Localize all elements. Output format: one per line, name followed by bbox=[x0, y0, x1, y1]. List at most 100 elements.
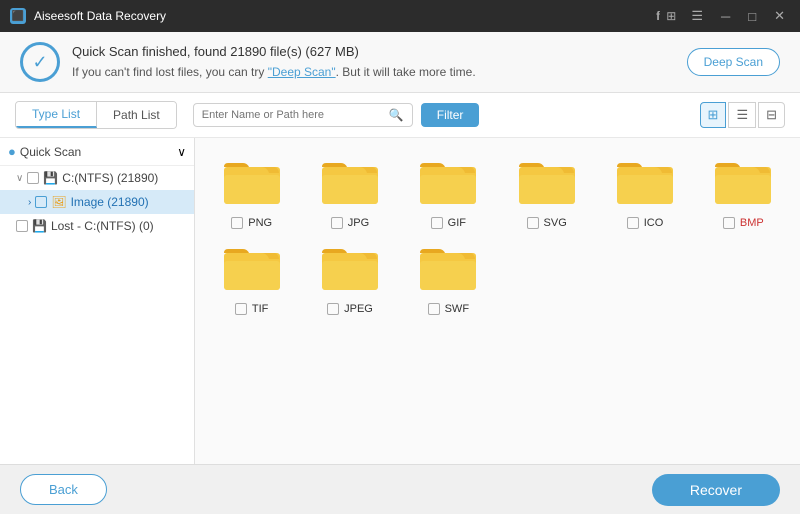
hint-suffix: . But it will take more time. bbox=[336, 65, 476, 79]
minimize-icon[interactable]: ─ bbox=[716, 7, 735, 26]
folder-label-tif: TIF bbox=[252, 303, 269, 315]
folder-icon-png[interactable] bbox=[217, 153, 287, 211]
folder-item-bottom-tif: TIF bbox=[235, 303, 269, 315]
menu-icon[interactable]: ☰ bbox=[686, 6, 708, 26]
folder-item-ico: ICO bbox=[598, 153, 691, 229]
folder-checkbox-ico[interactable] bbox=[627, 217, 639, 229]
folder-label-jpg: JPG bbox=[348, 217, 369, 229]
folder-item-swf: SWF bbox=[402, 239, 495, 315]
sidebar-item-lost[interactable]: 💾 Lost - C:(NTFS) (0) bbox=[0, 214, 194, 238]
bottom-bar: Back Recover bbox=[0, 464, 800, 514]
recover-button[interactable]: Recover bbox=[652, 474, 780, 506]
filter-button[interactable]: Filter bbox=[421, 103, 480, 127]
scan-complete-icon: ✓ bbox=[20, 42, 60, 82]
deep-scan-link[interactable]: "Deep Scan" bbox=[268, 65, 336, 79]
tab-type-list[interactable]: Type List bbox=[16, 102, 97, 128]
main-content: ✓ Quick Scan finished, found 21890 file(… bbox=[0, 32, 800, 464]
folder-icon-jpg[interactable] bbox=[315, 153, 385, 211]
toolbar: Type List Path List 🔍 Filter ⊞ ☰ ⊟ bbox=[0, 93, 800, 138]
view-controls: ⊞ ☰ ⊟ bbox=[700, 102, 785, 128]
lost-checkbox[interactable] bbox=[16, 220, 28, 232]
back-button[interactable]: Back bbox=[20, 474, 107, 505]
folder-label-svg: SVG bbox=[544, 217, 567, 229]
folder-item-bottom-jpeg: JPEG bbox=[327, 303, 373, 315]
quick-scan-check-icon: ● bbox=[8, 144, 16, 159]
folder-grid: PNG JPG bbox=[205, 153, 790, 315]
scan-hint: If you can't find lost files, you can tr… bbox=[72, 63, 476, 82]
folder-icon-swf[interactable] bbox=[413, 239, 483, 297]
tab-path-list[interactable]: Path List bbox=[97, 102, 176, 128]
folder-label-bmp: BMP bbox=[740, 217, 764, 229]
folder-icon-jpeg[interactable] bbox=[315, 239, 385, 297]
folder-checkbox-jpg[interactable] bbox=[331, 217, 343, 229]
tab-group: Type List Path List bbox=[15, 101, 177, 129]
quick-scan-row: ● Quick Scan ∨ bbox=[0, 138, 194, 166]
monitor2-icon[interactable]: ⊞ bbox=[666, 9, 676, 24]
window-controls: ☰ ─ □ ✕ bbox=[686, 6, 790, 26]
folder-icon-svg[interactable] bbox=[512, 153, 582, 211]
deep-scan-button[interactable]: Deep Scan bbox=[687, 48, 780, 76]
c-drive-label: C:(NTFS) (21890) bbox=[62, 171, 186, 185]
list-view-button[interactable]: ☰ bbox=[728, 102, 756, 128]
search-icon[interactable]: 🔍 bbox=[389, 108, 404, 122]
quick-scan-label: ● Quick Scan bbox=[8, 144, 177, 159]
banner-text: Quick Scan finished, found 21890 file(s)… bbox=[72, 42, 476, 82]
lost-drive-icon: 💾 bbox=[32, 219, 47, 233]
folder-item-bottom-png: PNG bbox=[231, 217, 272, 229]
folder-item-png: PNG bbox=[205, 153, 298, 229]
app-title: Aiseesoft Data Recovery bbox=[34, 9, 656, 23]
folder-checkbox-bmp[interactable] bbox=[723, 217, 735, 229]
folder-icon-gif[interactable] bbox=[413, 153, 483, 211]
image-checkbox[interactable] bbox=[35, 196, 47, 208]
c-drive-checkbox[interactable] bbox=[27, 172, 39, 184]
folder-item-bottom-bmp: BMP bbox=[723, 217, 764, 229]
social-links: 𝐟 ⊞ bbox=[656, 9, 676, 24]
folder-item-bmp: BMP bbox=[697, 153, 790, 229]
folder-item-bottom-svg: SVG bbox=[527, 217, 567, 229]
quick-scan-chevron-icon[interactable]: ∨ bbox=[177, 145, 186, 159]
folder-checkbox-jpeg[interactable] bbox=[327, 303, 339, 315]
body-area: ● Quick Scan ∨ ∨ 💾 C:(NTFS) (21890) › 🖼 … bbox=[0, 138, 800, 464]
folder-checkbox-swf[interactable] bbox=[428, 303, 440, 315]
folder-item-bottom-swf: SWF bbox=[428, 303, 469, 315]
folder-icon-ico[interactable] bbox=[610, 153, 680, 211]
folder-label-png: PNG bbox=[248, 217, 272, 229]
folder-item-bottom-gif: GIF bbox=[431, 217, 466, 229]
sidebar: ● Quick Scan ∨ ∨ 💾 C:(NTFS) (21890) › 🖼 … bbox=[0, 138, 195, 464]
folder-item-jpg: JPG bbox=[303, 153, 396, 229]
banner-left: ✓ Quick Scan finished, found 21890 file(… bbox=[20, 42, 476, 82]
folder-label-jpeg: JPEG bbox=[344, 303, 373, 315]
folder-label-ico: ICO bbox=[644, 217, 664, 229]
grid-view-button[interactable]: ⊞ bbox=[700, 102, 727, 128]
folder-item-svg: SVG bbox=[500, 153, 593, 229]
lost-label: Lost - C:(NTFS) (0) bbox=[51, 219, 186, 233]
image-expand-icon: › bbox=[28, 197, 31, 208]
folder-checkbox-tif[interactable] bbox=[235, 303, 247, 315]
folder-item-gif: GIF bbox=[402, 153, 495, 229]
quick-scan-text: Quick Scan bbox=[20, 145, 81, 159]
title-bar: ⬛ Aiseesoft Data Recovery 𝐟 ⊞ ☰ ─ □ ✕ bbox=[0, 0, 800, 32]
content-area: PNG JPG bbox=[195, 138, 800, 464]
folder-label-gif: GIF bbox=[448, 217, 466, 229]
close-icon[interactable]: ✕ bbox=[769, 6, 790, 26]
top-banner: ✓ Quick Scan finished, found 21890 file(… bbox=[0, 32, 800, 93]
folder-checkbox-png[interactable] bbox=[231, 217, 243, 229]
folder-icon-tif[interactable] bbox=[217, 239, 287, 297]
scan-result-title: Quick Scan finished, found 21890 file(s)… bbox=[72, 42, 476, 63]
sidebar-item-c-drive[interactable]: ∨ 💾 C:(NTFS) (21890) bbox=[0, 166, 194, 190]
facebook-icon[interactable]: 𝐟 bbox=[656, 9, 660, 24]
folder-checkbox-gif[interactable] bbox=[431, 217, 443, 229]
image-folder-icon: 🖼 bbox=[51, 195, 66, 209]
maximize-icon[interactable]: □ bbox=[743, 7, 761, 26]
detail-view-button[interactable]: ⊟ bbox=[758, 102, 785, 128]
folder-item-tif: TIF bbox=[205, 239, 298, 315]
sidebar-item-image[interactable]: › 🖼 Image (21890) bbox=[0, 190, 194, 214]
folder-checkbox-svg[interactable] bbox=[527, 217, 539, 229]
folder-item-jpeg: JPEG bbox=[303, 239, 396, 315]
search-input[interactable] bbox=[202, 109, 389, 121]
drive-icon: 💾 bbox=[43, 171, 58, 185]
folder-icon-bmp[interactable] bbox=[708, 153, 778, 211]
hint-prefix: If you can't find lost files, you can tr… bbox=[72, 65, 268, 79]
folder-item-bottom-ico: ICO bbox=[627, 217, 664, 229]
folder-label-swf: SWF bbox=[445, 303, 469, 315]
